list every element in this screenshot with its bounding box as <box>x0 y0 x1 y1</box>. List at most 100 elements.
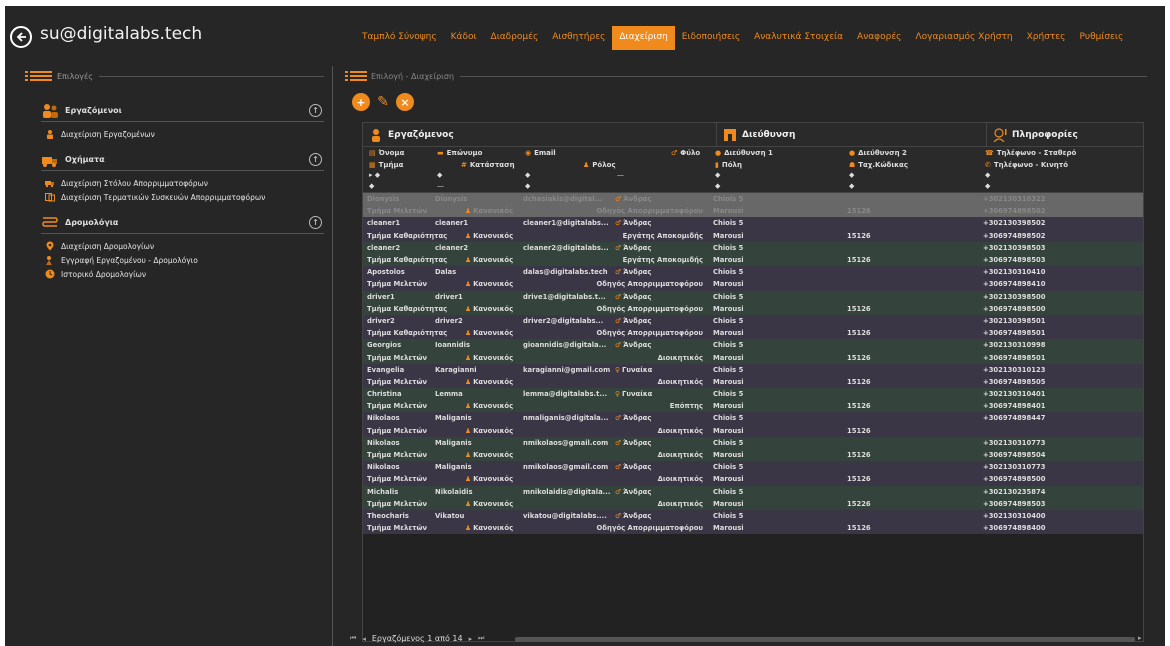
cell-city: Marousi <box>713 475 744 484</box>
status-icon: ♟ <box>465 304 472 313</box>
col-email[interactable]: ◉ Email <box>519 147 611 159</box>
collapse-icon[interactable]: ↑ <box>309 104 322 117</box>
cell-role: Εργάτης Αποκομιδής <box>622 256 703 265</box>
collapse-icon[interactable]: ↑ <box>309 153 322 166</box>
menu-item-route-history[interactable]: Ιστορικό Δρομολογίων <box>41 267 324 281</box>
col-phone[interactable]: ☎ Τηλέφωνο - Σταθερό <box>979 147 1129 159</box>
tab-1[interactable]: Κάδοι <box>444 26 484 50</box>
scroll-right-arrow[interactable]: ▸ <box>1138 634 1142 642</box>
filter-status[interactable]: — <box>431 182 519 193</box>
filter-city[interactable]: ◆ <box>709 182 843 193</box>
band-employee[interactable]: Εργαζόμενος <box>363 123 717 146</box>
filter-department[interactable]: ◆ <box>363 182 431 193</box>
filter-role[interactable]: ◆ <box>519 182 611 193</box>
cell-last-name: Maliganis <box>435 414 472 423</box>
table-row[interactable]: Theocharis Vikatou vikatou@digitalabs.... ♂… <box>363 509 1143 535</box>
filter-address1[interactable]: ◆ <box>709 171 843 182</box>
cell-department: Τμήμα Μελετών <box>367 475 428 484</box>
cell-mobile: +306974898502 <box>983 231 1046 240</box>
col-role[interactable]: ♟ Ρόλος <box>519 159 709 171</box>
table-row[interactable]: driver1 driver1 drive1@digitalabs.t... ♂ Άνδ… <box>363 290 1143 315</box>
column-header-row-1: ▤ Όνομα ▬ Επώνυμο ◉ Email ♂ Φύλο ● Διεύθυνση … <box>363 147 1143 159</box>
horizontal-scrollbar[interactable] <box>515 637 1135 642</box>
cell-address1: Chiois 5 <box>713 316 744 325</box>
tab-4[interactable]: Διαχείριση <box>612 26 675 50</box>
filter-zip[interactable]: ◆ <box>843 182 979 193</box>
table-row[interactable]: Michalis Nikolaidis mnikolaidis@digitala..… <box>363 485 1143 510</box>
cell-mobile: +306974898401 <box>983 402 1046 411</box>
cell-last-name: driver1 <box>435 292 463 301</box>
cell-city: Marousi <box>713 451 744 460</box>
delete-button[interactable]: × <box>396 93 414 111</box>
table-row[interactable]: cleaner2 cleaner2 cleaner2@digitalabs... ♂ Ά… <box>363 241 1143 267</box>
menu-item-employee-route[interactable]: Εγγραφή Εργαζομένου - Δρομολόγιο <box>41 253 324 267</box>
col-address2[interactable]: ● Διεύθυνση 2 <box>843 147 979 159</box>
filter-last-name[interactable]: ◆ <box>431 171 519 182</box>
cell-role: Εργάτης Αποκομιδής <box>622 231 703 240</box>
col-last-name[interactable]: ▬ Επώνυμο <box>431 147 519 159</box>
table-row[interactable]: Georgios Ioannidis gioannidis@digitala... ♂… <box>363 339 1143 364</box>
cell-address1: Chiois 5 <box>713 341 744 350</box>
band-address[interactable]: Διεύθυνση <box>717 123 987 146</box>
tab-7[interactable]: Αναφορές <box>850 26 908 50</box>
section-title-employees[interactable]: Εργαζόμενοι ↑ <box>41 100 324 122</box>
filter-gender[interactable]: — <box>611 171 709 182</box>
cell-phone: +302130310123 <box>983 365 1046 374</box>
col-first-name[interactable]: ▤ Όνομα <box>363 147 431 159</box>
back-button[interactable] <box>10 26 32 48</box>
tab-0[interactable]: Ταμπλό Σύνοψης <box>355 26 444 50</box>
gender-icon: ♂ <box>615 414 622 423</box>
filter-first-name[interactable]: ▸ ◆ <box>363 171 431 182</box>
first-page-button[interactable]: ⏮ <box>350 634 356 643</box>
menu-item-manage-employees[interactable]: Διαχείριση Εργαζομένων <box>41 127 324 141</box>
tab-10[interactable]: Ρυθμίσεις <box>1072 26 1130 50</box>
prev-page-button[interactable]: ◂ <box>362 635 366 643</box>
filter-phone[interactable]: ◆ <box>979 171 1129 182</box>
col-gender[interactable]: ♂ Φύλο <box>611 147 709 159</box>
section-title-routes[interactable]: Δρομολόγια ↑ <box>41 212 324 234</box>
filter-mobile[interactable]: ◆ <box>979 182 1129 193</box>
table-row[interactable]: Nikolaos Maliganis nmikolaos@gmail.com ♂ Άνδ… <box>363 461 1143 486</box>
table-row[interactable]: Apostolos Dalas dalas@digitalabs.tech ♂ Άνδρ… <box>363 266 1143 291</box>
table-row[interactable]: Dionysis Dionysis dchasiakis@digital... ♂ Άν… <box>363 193 1143 218</box>
tab-3[interactable]: Αισθητήρες <box>545 26 612 50</box>
next-page-button[interactable]: ▸ <box>469 635 473 643</box>
cell-mobile: +306974898410 <box>983 280 1046 289</box>
table-row[interactable]: Christina Lemma lemma@digitalabs.t... ♀ Γυνα… <box>363 388 1143 413</box>
filter-address2[interactable]: ◆ <box>843 171 979 182</box>
tab-8[interactable]: Λογαριασμός Χρήστη <box>908 26 1019 50</box>
cell-first-name: driver2 <box>367 316 395 325</box>
menu-item-fleet[interactable]: Διαχείριση Στόλου Απορριμματοφόρων <box>41 176 324 190</box>
cell-phone: +302130310401 <box>983 390 1046 399</box>
col-city[interactable]: ▮ Πόλη <box>709 159 843 171</box>
menu-item-terminals[interactable]: Διαχείριση Τερματικών Συσκευών Απορριμμα… <box>41 190 324 204</box>
tab-2[interactable]: Διαδρομές <box>484 26 546 50</box>
tab-5[interactable]: Ειδοποιήσεις <box>675 26 747 50</box>
table-row[interactable]: cleaner1 cleaner1 cleaner1@digitalabs... ♂ Ά… <box>363 217 1143 242</box>
cell-zip: 15126 <box>847 256 871 265</box>
col-address1[interactable]: ● Διεύθυνση 1 <box>709 147 843 159</box>
section-title-vehicles[interactable]: Οχήματα ↑ <box>41 149 324 171</box>
col-department[interactable]: ▦ Τμήμα <box>363 159 431 171</box>
tab-6[interactable]: Αναλυτικά Στοιχεία <box>747 26 850 50</box>
band-info[interactable]: Πληροφορίες <box>987 123 1143 146</box>
info-icon <box>993 127 1007 142</box>
add-button[interactable]: + <box>352 93 370 111</box>
col-zip[interactable]: ☗ Ταχ.Κώδικας <box>843 159 979 171</box>
cell-phone: +302130310773 <box>983 438 1046 447</box>
band-header-row: Εργαζόμενος Διεύθυνση Πληροφορίες <box>363 123 1143 147</box>
menu-item-manage-routes[interactable]: Διαχείριση Δρομολογίων <box>41 239 324 253</box>
table-row[interactable]: Nikolaos Maliganis nmikolaos@gmail.com ♂ Άνδ… <box>363 436 1143 462</box>
tab-9[interactable]: Χρήστες <box>1020 26 1073 50</box>
cell-last-name: Dionysis <box>435 195 468 204</box>
col-mobile[interactable]: ✆ Τηλέφωνο - Κινητό <box>979 159 1129 171</box>
filter-row[interactable]: ▸ ◆ ◆ ◆ — ◆ ◆ ◆ ◆ — ◆ ◆ ◆ ◆ <box>363 171 1143 193</box>
edit-button[interactable]: ✎ <box>374 93 392 111</box>
col-status[interactable]: # Κατάσταση <box>431 159 519 171</box>
table-row[interactable]: Nikolaos Maliganis nmaliganis@digitala... ♂… <box>363 412 1143 437</box>
table-row[interactable]: Evangelia Karagianni karagianni@gmail.com ♀… <box>363 363 1143 388</box>
table-row[interactable]: driver2 driver2 driver2@digitalabs... ♂ Άνδρ… <box>363 314 1143 340</box>
filter-email[interactable]: ◆ <box>519 171 611 182</box>
last-page-button[interactable]: ⏭ <box>478 634 484 643</box>
collapse-icon[interactable]: ↑ <box>309 216 322 229</box>
